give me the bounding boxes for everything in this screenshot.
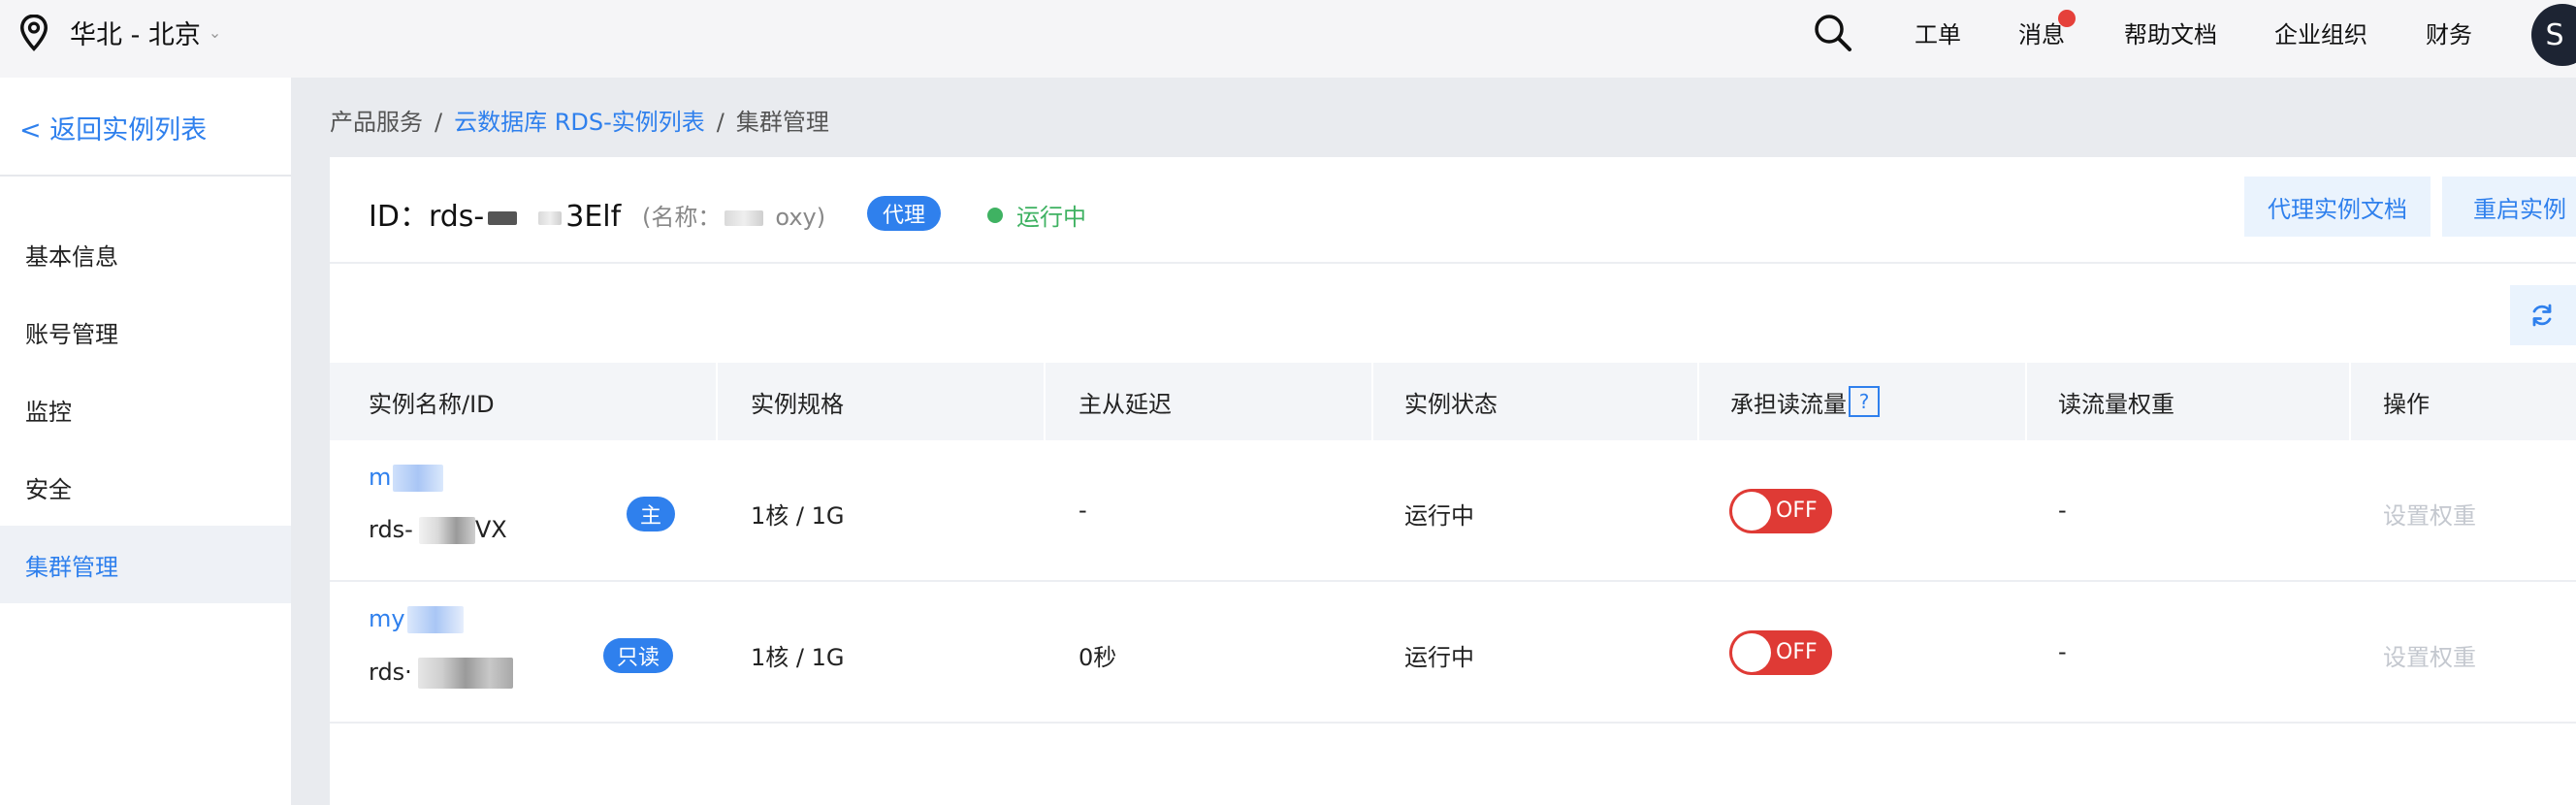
nav-enterprise-org[interactable]: 企业组织 [2274, 16, 2367, 49]
instance-name-link[interactable]: m [369, 464, 444, 492]
instance-id-text: rds- VX [369, 516, 507, 544]
role-tag-primary: 主 [627, 497, 676, 531]
breadcrumb: 产品服务 / 云数据库 RDS-实例列表 / 集群管理 [330, 103, 829, 137]
table-header: 实例名称/ID 实例规格 主从延迟 实例状态 承担读流量 ? 读流量权重 操作 [330, 363, 2576, 440]
redacted-block [418, 517, 475, 544]
column-header-actions: 操作 [2383, 390, 2430, 418]
instance-id-value: rds- [369, 516, 413, 543]
table-row: m rds- VX 主 1核 / 1G - 运行中 OFF - 设置权重 [330, 440, 2576, 582]
read-weight: - [2058, 638, 2067, 665]
redacted-block [488, 210, 518, 225]
column-header-status: 实例状态 [1404, 390, 1497, 418]
column-header-replication-delay: 主从延迟 [1079, 390, 1172, 418]
help-question-icon[interactable]: ? [1849, 386, 1880, 417]
instance-id: ID：rds- 3Elf [369, 192, 621, 235]
nav-finance[interactable]: 财务 [2426, 16, 2472, 49]
read-traffic-toggle[interactable]: OFF [1729, 630, 1832, 675]
instance-id-suffix: 3Elf [565, 200, 622, 234]
instance-id-tail: VX [474, 516, 507, 543]
replication-delay: - [1079, 497, 1087, 524]
sidebar-item-basic-info[interactable]: 基本信息 [0, 215, 291, 293]
chevron-down-icon[interactable]: ⌄ [209, 23, 221, 42]
toggle-label: OFF [1776, 499, 1818, 523]
column-header-read-traffic-label: 承担读流量 [1730, 390, 1847, 418]
instance-status-cell: 运行中 [1404, 502, 1474, 530]
column-separator [2349, 363, 2351, 440]
replication-delay: 0秒 [1079, 644, 1117, 671]
toggle-knob [1732, 492, 1771, 531]
top-bar: 华北 - 北京 ⌄ 工单 消息 帮助文档 企业组织 财务 S [0, 0, 2576, 78]
redacted-block [538, 210, 563, 225]
instance-status-cell: 运行中 [1404, 644, 1474, 671]
region-selector[interactable]: 华北 - 北京 ⌄ [17, 14, 221, 51]
instance-name-text[interactable]: my [369, 605, 405, 632]
column-separator [1371, 363, 1373, 440]
instance-spec: 1核 / 1G [751, 502, 845, 530]
sidebar: < 返回实例列表 基本信息 账号管理 监控 安全 集群管理 [0, 78, 291, 805]
breadcrumb-current: 集群管理 [735, 109, 829, 136]
redacted-block [406, 606, 464, 633]
instance-name-suffix: oxy) [775, 204, 826, 231]
column-separator [2025, 363, 2027, 440]
sidebar-item-accounts[interactable]: 账号管理 [0, 293, 291, 370]
redacted-block [724, 210, 764, 226]
sidebar-divider [0, 175, 291, 177]
back-to-instance-list-link[interactable]: < 返回实例列表 [19, 109, 207, 146]
column-header-read-weight: 读流量权重 [2058, 390, 2174, 418]
refresh-icon [2532, 304, 2552, 327]
read-traffic-toggle[interactable]: OFF [1729, 489, 1832, 533]
set-weight-button[interactable]: 设置权重 [2383, 497, 2476, 531]
column-header-name-id: 实例名称/ID [369, 390, 495, 418]
instance-name: (名称： oxy) [642, 198, 825, 232]
search-icon[interactable] [1812, 12, 1854, 54]
instance-name-prefix: (名称： [642, 204, 722, 231]
instance-status-text: 运行中 [1016, 204, 1086, 231]
instance-name-text[interactable]: m [369, 464, 391, 491]
set-weight-button[interactable]: 设置权重 [2383, 638, 2476, 672]
breadcrumb-rds-list[interactable]: 云数据库 RDS-实例列表 [454, 109, 705, 136]
read-weight: - [2058, 497, 2067, 524]
breadcrumb-products[interactable]: 产品服务 [330, 109, 423, 136]
breadcrumb-separator: / [435, 109, 443, 136]
column-header-read-traffic: 承担读流量 ? [1730, 363, 1880, 440]
location-pin-icon [20, 14, 48, 51]
sidebar-item-cluster-management[interactable]: 集群管理 [0, 526, 291, 603]
breadcrumb-separator: / [716, 109, 724, 136]
sidebar-item-monitoring[interactable]: 监控 [0, 370, 291, 448]
column-separator [1044, 363, 1046, 440]
sidebar-item-security[interactable]: 安全 [0, 448, 291, 526]
nav-ticket[interactable]: 工单 [1915, 16, 1961, 49]
proxy-doc-button[interactable]: 代理实例文档 [2244, 177, 2431, 237]
table-row: my rds· 只读 1核 / 1G 0秒 运行中 OFF - 设置权重 [330, 582, 2576, 724]
instance-status: 运行中 [987, 198, 1086, 232]
instance-id-text: rds· [369, 658, 513, 689]
cluster-card: ID：rds- 3Elf (名称： oxy) 代理 运行中 代理实例文档 重启实例 … [330, 157, 2576, 805]
toggle-knob [1732, 633, 1771, 672]
instance-id-value: rds· [369, 659, 412, 686]
role-tag-readonly: 只读 [603, 638, 674, 673]
nav-help-docs[interactable]: 帮助文档 [2124, 16, 2217, 49]
redacted-block [417, 658, 513, 689]
refresh-button[interactable] [2510, 285, 2576, 345]
message-notification-dot [2058, 10, 2076, 27]
column-separator [1697, 363, 1699, 440]
redacted-block [393, 465, 444, 492]
avatar[interactable]: S [2531, 4, 2576, 66]
column-header-spec: 实例规格 [751, 390, 844, 418]
instance-header: ID：rds- 3Elf (名称： oxy) 代理 运行中 代理实例文档 重启实例 [330, 157, 2576, 264]
restart-instance-button[interactable]: 重启实例 [2442, 177, 2576, 237]
proxy-tag: 代理 [867, 196, 942, 231]
instance-spec: 1核 / 1G [751, 644, 845, 671]
status-dot-icon [987, 207, 1003, 223]
region-label: 华北 - 北京 [70, 20, 201, 50]
column-separator [716, 363, 718, 440]
instance-id-prefix: ID：rds- [369, 200, 485, 234]
instance-name-link[interactable]: my [369, 605, 464, 633]
toggle-label: OFF [1776, 640, 1818, 664]
